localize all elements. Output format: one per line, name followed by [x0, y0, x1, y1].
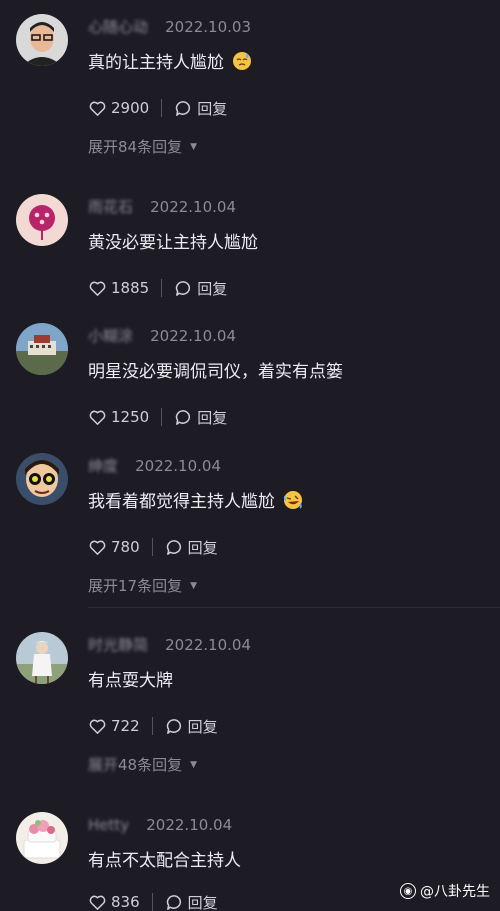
username[interactable]: 时光静简	[88, 634, 148, 655]
comment-date: 2022.10.04	[135, 456, 221, 475]
divider	[151, 538, 153, 556]
username[interactable]: 雨花石	[88, 196, 133, 217]
like-button[interactable]: 722	[88, 717, 140, 736]
comment-meta: 时光静简 2022.10.04	[88, 634, 251, 658]
heart-icon	[89, 540, 106, 555]
reply-label: 回复	[187, 538, 218, 557]
expand-replies-button[interactable]: 展开84条回复 ▼	[88, 136, 197, 157]
comment-date: 2022.10.04	[150, 326, 236, 345]
expand-replies-button[interactable]: 展开17条回复 ▼	[88, 575, 197, 596]
like-count: 836	[111, 893, 140, 911]
caret-down-icon: ▼	[190, 141, 198, 152]
comment-bubble-icon	[176, 280, 191, 296]
comment-date: 2022.10.04	[150, 197, 236, 216]
reply-button[interactable]: 回复	[165, 537, 218, 558]
comment-bubble-icon	[166, 539, 181, 555]
comment-text: 明星没必要调侃司仪，着实有点篓	[88, 362, 343, 382]
comment-bubble-icon	[176, 100, 191, 116]
comment-meta: 小糊涂 2022.10.04	[88, 325, 236, 349]
comment-meta: 心随心动 2022.10.03	[88, 16, 251, 40]
avatar[interactable]	[16, 453, 68, 505]
like-count: 1885	[111, 279, 150, 297]
sweat-face-emoji	[233, 52, 252, 70]
comment-bubble-icon	[166, 718, 181, 734]
reply-label: 回复	[187, 893, 218, 911]
reply-button[interactable]: 回复	[174, 278, 227, 299]
username[interactable]: 小糊涂	[88, 325, 133, 346]
reply-label: 回复	[197, 99, 228, 118]
comment-date: 2022.10.04	[165, 635, 251, 654]
divider	[161, 408, 163, 426]
divider	[151, 893, 153, 911]
rofl-face-emoji	[284, 491, 303, 509]
watermark: ◉ @八卦先生	[400, 881, 490, 901]
divider	[151, 717, 153, 735]
comment-bubble-icon	[176, 409, 191, 425]
avatar[interactable]	[16, 194, 68, 246]
comment-date: 2022.10.04	[146, 815, 233, 834]
expand-replies-label: 展开84条回复	[88, 138, 183, 156]
comment-actions: 722 回复	[88, 714, 218, 738]
comment-actions: 780 回复	[88, 535, 218, 559]
comment-date: 2022.10.03	[165, 17, 251, 36]
heart-icon	[89, 281, 106, 296]
comment-actions: 836 回复	[88, 890, 218, 911]
like-count: 2900	[111, 99, 150, 117]
like-count: 780	[111, 538, 140, 556]
comment-bubble-icon	[166, 894, 181, 910]
comment-text: 有点不太配合主持人	[88, 851, 241, 871]
caret-down-icon: ▼	[190, 759, 198, 770]
expand-replies-button[interactable]: 展开 48条回复 ▼	[88, 754, 197, 775]
reply-button[interactable]: 回复	[165, 892, 218, 911]
reply-button[interactable]: 回复	[174, 407, 227, 428]
comment-text-content: 我看着都觉得主持人尴尬	[88, 492, 275, 512]
like-count: 1250	[111, 408, 150, 426]
divider-line	[88, 607, 500, 608]
divider	[161, 279, 163, 297]
comment-text: 黄没必要让主持人尴尬	[88, 233, 258, 253]
like-button[interactable]: 1250	[88, 408, 149, 427]
like-count: 722	[111, 717, 140, 735]
comment-text: 我看着都觉得主持人尴尬	[88, 487, 303, 512]
comment-meta: 绅度 2022.10.04	[88, 455, 221, 479]
like-button[interactable]: 2900	[88, 99, 149, 118]
comment-actions: 1885 回复	[88, 276, 227, 300]
comment-text-content: 真的让主持人尴尬	[88, 53, 224, 73]
avatar[interactable]	[16, 812, 68, 864]
expand-replies-label: 展开17条回复	[88, 577, 183, 595]
comment-actions: 2900 回复	[88, 96, 227, 120]
comment-actions: 1250 回复	[88, 405, 227, 429]
avatar[interactable]	[16, 14, 68, 66]
like-button[interactable]: 836	[88, 893, 140, 911]
heart-icon	[89, 410, 106, 425]
reply-label: 回复	[197, 408, 228, 427]
username[interactable]: 绅度	[88, 455, 118, 476]
divider	[161, 99, 163, 117]
reply-button[interactable]: 回复	[165, 716, 218, 737]
comment-text: 有点耍大牌	[88, 671, 173, 691]
heart-icon	[89, 101, 106, 116]
like-button[interactable]: 1885	[88, 279, 149, 298]
weibo-logo-icon: ◉	[400, 883, 416, 899]
avatar[interactable]	[16, 632, 68, 684]
comment-meta: 雨花石 2022.10.04	[88, 196, 236, 220]
comment-text: 真的让主持人尴尬	[88, 48, 252, 73]
avatar[interactable]	[16, 323, 68, 375]
expand-replies-label-obscured: 展开	[88, 756, 119, 774]
watermark-text: @八卦先生	[420, 884, 490, 900]
reply-label: 回复	[197, 279, 228, 298]
heart-icon	[89, 719, 106, 734]
reply-button[interactable]: 回复	[174, 98, 227, 119]
username[interactable]: Hetty	[88, 816, 129, 834]
comment-meta: Hetty 2022.10.04	[88, 814, 232, 838]
heart-icon	[89, 895, 106, 910]
caret-down-icon: ▼	[190, 580, 198, 591]
username[interactable]: 心随心动	[88, 16, 148, 37]
reply-label: 回复	[187, 717, 218, 736]
expand-replies-label: 48条回复	[118, 756, 183, 774]
like-button[interactable]: 780	[88, 538, 140, 557]
